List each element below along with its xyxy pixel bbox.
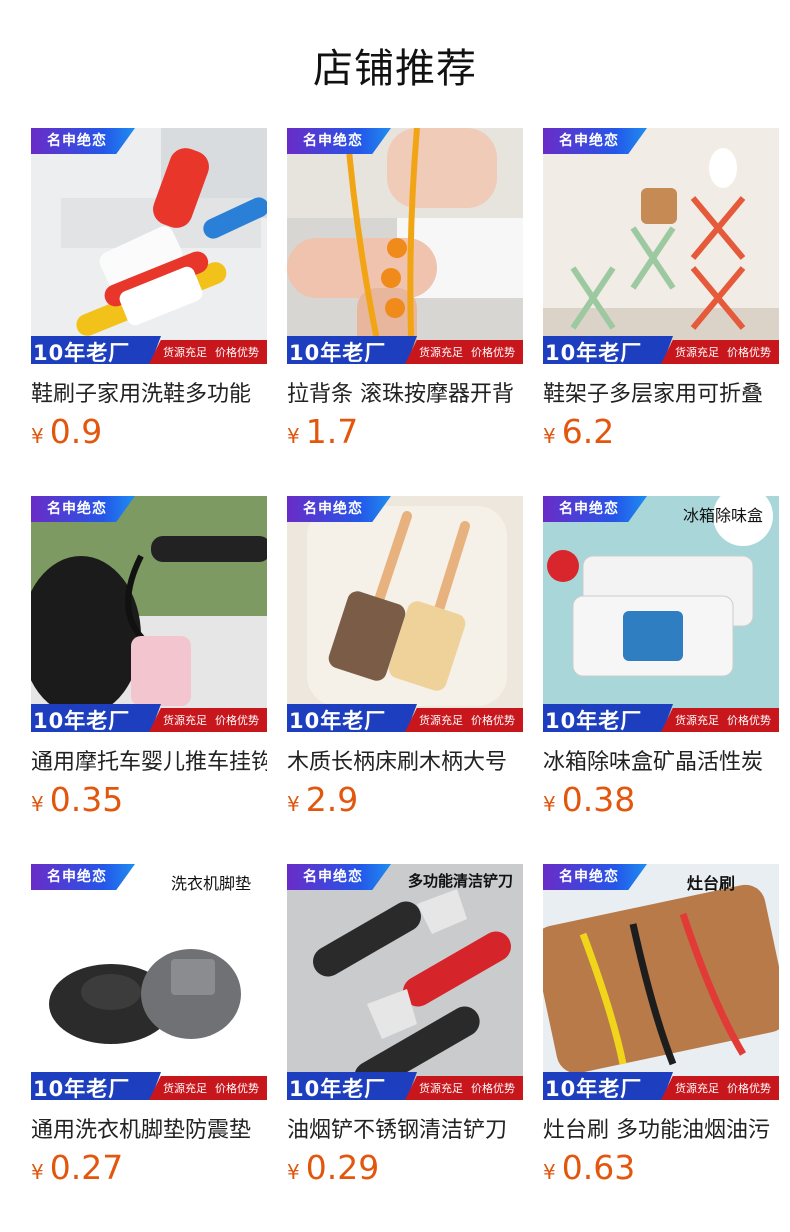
product-price: ¥6.2 bbox=[543, 412, 615, 451]
shoe-rack-image bbox=[543, 128, 779, 364]
product-price: ¥2.9 bbox=[287, 780, 359, 819]
product-card[interactable]: 名申绝恋 10年老厂 货源充足 价格优势 鞋刷子家用洗鞋多功能 ¥0.9 bbox=[31, 128, 267, 451]
product-card[interactable]: 名申绝恋 洗衣机脚垫 10年老厂 货源充足 价格优势 通用洗衣机脚垫防震垫 ¥0.… bbox=[31, 864, 267, 1187]
product-card[interactable]: 名申绝恋 10年老厂 货源充足 价格优势 通用摩托车婴儿推车挂钩 ¥0.35 bbox=[31, 496, 267, 819]
factory-banner: 10年老厂 货源充足 价格优势 bbox=[287, 1072, 523, 1100]
product-name[interactable]: 通用洗衣机脚垫防震垫 bbox=[31, 1112, 267, 1144]
product-image[interactable]: 名申绝恋 10年老厂 货源充足 价格优势 bbox=[31, 128, 267, 364]
product-image[interactable]: 名申绝恋 灶台刷 10年老厂 货源充足 价格优势 bbox=[543, 864, 779, 1100]
factory-banner: 10年老厂 货源充足 价格优势 bbox=[543, 336, 779, 364]
product-corner-label: 冰箱除味盒 bbox=[682, 506, 763, 525]
page-title: 店铺推荐 bbox=[313, 46, 477, 92]
factory-banner: 10年老厂 货源充足 价格优势 bbox=[31, 704, 267, 732]
product-name[interactable]: 通用摩托车婴儿推车挂钩 bbox=[31, 744, 267, 776]
product-image[interactable]: 名申绝恋 10年老厂 货源充足 价格优势 bbox=[543, 128, 779, 364]
product-card[interactable]: 名申绝恋 灶台刷 10年老厂 货源充足 价格优势 灶台刷 多功能油烟油污 ¥0.6… bbox=[543, 864, 779, 1187]
product-corner-label: 灶台刷 bbox=[686, 874, 735, 893]
stove-brush-image bbox=[543, 864, 779, 1100]
product-name[interactable]: 油烟铲不锈钢清洁铲刀 bbox=[287, 1112, 523, 1144]
factory-banner: 10年老厂 货源充足 价格优势 bbox=[287, 704, 523, 732]
product-price: ¥1.7 bbox=[287, 412, 359, 451]
product-name[interactable]: 木质长柄床刷木柄大号 bbox=[287, 744, 523, 776]
motorcycle-hook-image bbox=[31, 496, 267, 732]
product-price: ¥0.27 bbox=[31, 1148, 124, 1187]
back-massager-image bbox=[287, 128, 523, 364]
product-image[interactable]: 名申绝恋 10年老厂 货源充足 价格优势 bbox=[31, 496, 267, 732]
product-price: ¥0.9 bbox=[31, 412, 103, 451]
product-image[interactable]: 名申绝恋 洗衣机脚垫 10年老厂 货源充足 价格优势 bbox=[31, 864, 267, 1100]
product-card[interactable]: 名申绝恋 10年老厂 货源充足 价格优势 拉背条 滚珠按摩器开背 ¥1.7 bbox=[287, 128, 523, 451]
product-image[interactable]: 名申绝恋 冰箱除味盒 10年老厂 货源充足 价格优势 bbox=[543, 496, 779, 732]
product-name[interactable]: 冰箱除味盒矿晶活性炭 bbox=[543, 744, 779, 776]
shoe-brush-image bbox=[31, 128, 267, 364]
factory-banner: 10年老厂 货源充足 价格优势 bbox=[543, 704, 779, 732]
product-card[interactable]: 名申绝恋 10年老厂 货源充足 价格优势 鞋架子多层家用可折叠 ¥6.2 bbox=[543, 128, 779, 451]
product-name[interactable]: 鞋刷子家用洗鞋多功能 bbox=[31, 376, 267, 408]
scraper-image bbox=[287, 864, 523, 1100]
washer-pad-image bbox=[31, 864, 267, 1100]
product-card[interactable]: 名申绝恋 冰箱除味盒 10年老厂 货源充足 价格优势 冰箱除味盒矿晶活性炭 ¥0.… bbox=[543, 496, 779, 819]
factory-banner: 10年老厂 货源充足 价格优势 bbox=[31, 1072, 267, 1100]
product-price: ¥0.29 bbox=[287, 1148, 380, 1187]
product-image[interactable]: 名申绝恋 多功能清洁铲刀 10年老厂 货源充足 价格优势 bbox=[287, 864, 523, 1100]
product-card[interactable]: 名申绝恋 10年老厂 货源充足 价格优势 木质长柄床刷木柄大号 ¥2.9 bbox=[287, 496, 523, 819]
product-card[interactable]: 名申绝恋 多功能清洁铲刀 10年老厂 货源充足 价格优势 油烟铲不锈钢清洁铲刀 ¥… bbox=[287, 864, 523, 1187]
product-image[interactable]: 名申绝恋 10年老厂 货源充足 价格优势 bbox=[287, 128, 523, 364]
product-name[interactable]: 鞋架子多层家用可折叠 bbox=[543, 376, 779, 408]
product-name[interactable]: 拉背条 滚珠按摩器开背 bbox=[287, 376, 523, 408]
product-corner-label: 多功能清洁铲刀 bbox=[407, 872, 513, 890]
bed-brush-image bbox=[287, 496, 523, 732]
product-price: ¥0.63 bbox=[543, 1148, 636, 1187]
product-image[interactable]: 名申绝恋 10年老厂 货源充足 价格优势 bbox=[287, 496, 523, 732]
factory-banner: 10年老厂 货源充足 价格优势 bbox=[543, 1072, 779, 1100]
factory-banner: 10年老厂 货源充足 价格优势 bbox=[31, 336, 267, 364]
product-price: ¥0.38 bbox=[543, 780, 636, 819]
fridge-deodorizer-image bbox=[543, 496, 779, 732]
product-name[interactable]: 灶台刷 多功能油烟油污 bbox=[543, 1112, 779, 1144]
factory-banner: 10年老厂 货源充足 价格优势 bbox=[287, 336, 523, 364]
product-corner-label: 洗衣机脚垫 bbox=[170, 874, 251, 893]
product-price: ¥0.35 bbox=[31, 780, 124, 819]
